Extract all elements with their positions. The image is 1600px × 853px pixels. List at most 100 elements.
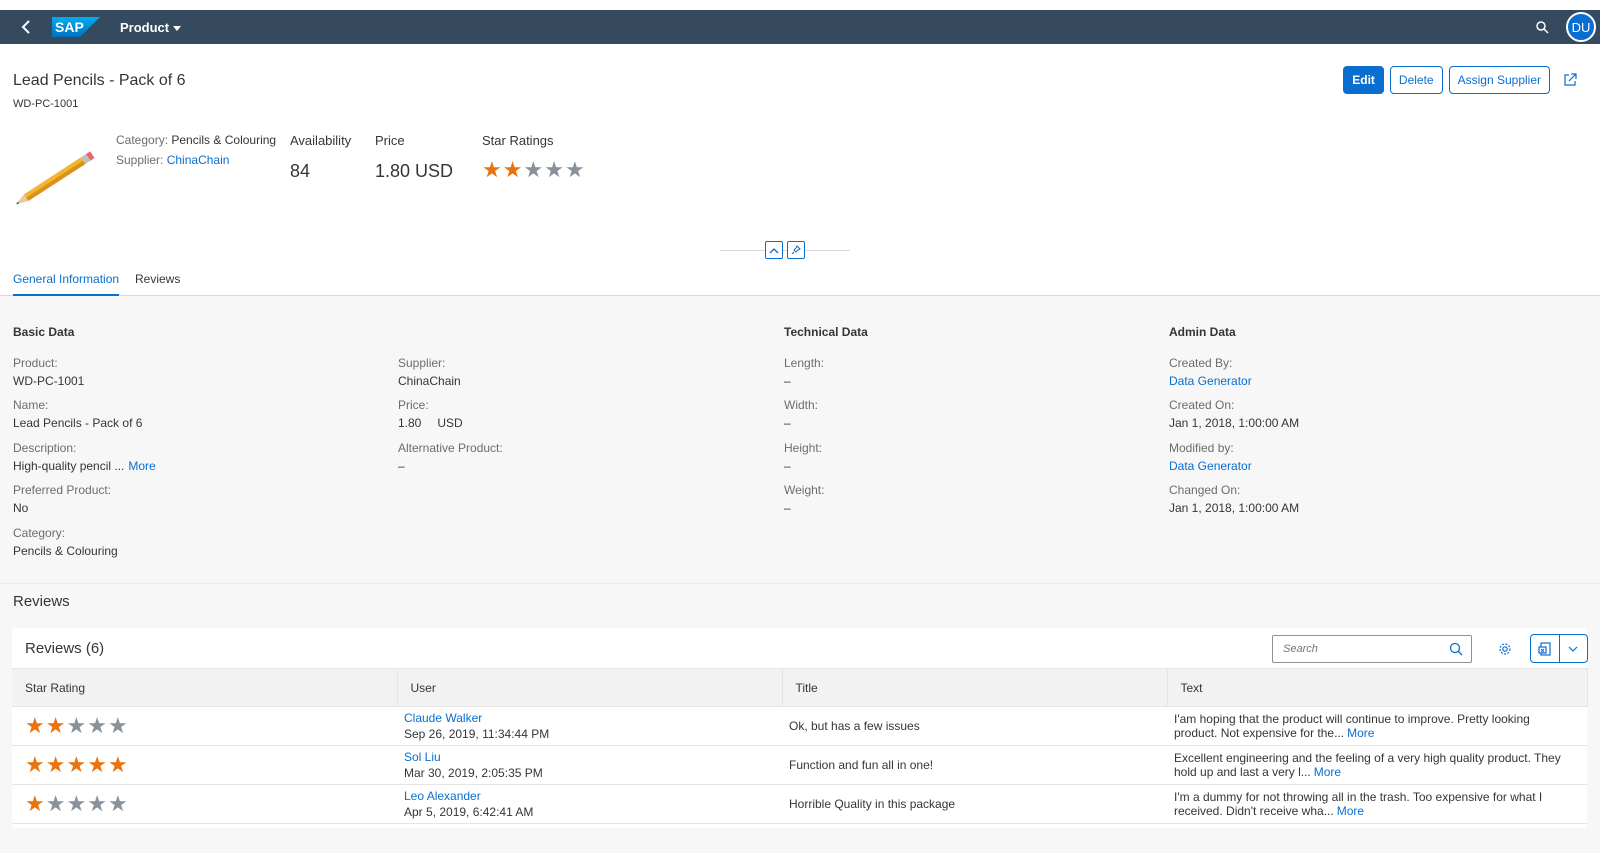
- star-icon: ★: [502, 157, 523, 182]
- description-value: High-quality pencil ...: [13, 459, 125, 473]
- back-button[interactable]: [10, 10, 44, 44]
- pin-icon: [791, 245, 801, 255]
- review-title: Function and fun all in one!: [782, 745, 1167, 785]
- description-more-link[interactable]: More: [128, 459, 155, 473]
- chevron-left-icon: [21, 20, 30, 34]
- product-image: [16, 151, 95, 205]
- review-more-link[interactable]: More: [1337, 804, 1364, 818]
- star-icon: ★: [66, 791, 87, 816]
- avatar[interactable]: DU: [1566, 12, 1596, 42]
- review-title: Horrible Quality in this package: [782, 784, 1167, 824]
- caret-down-icon: [173, 25, 182, 31]
- export-split-button: [1530, 634, 1588, 663]
- review-date: Mar 30, 2019, 2:05:35 PM: [404, 766, 543, 780]
- object-page-content: Basic Data Technical Data Admin Data Pro…: [0, 296, 1600, 853]
- edit-button[interactable]: Edit: [1343, 66, 1384, 94]
- field-created-by: Created By: Data Generator: [1169, 356, 1529, 388]
- reviews-search-input[interactable]: [1272, 635, 1472, 663]
- category-label: Category:: [116, 133, 169, 147]
- assign-supplier-button[interactable]: Assign Supplier: [1448, 66, 1550, 94]
- review-date: Sep 26, 2019, 11:34:44 PM: [404, 727, 550, 741]
- admin-data-title: Admin Data: [1169, 325, 1236, 339]
- field-created-on: Created On: Jan 1, 2018, 1:00:00 AM: [1169, 398, 1300, 430]
- field-price: Price: 1.80 USD: [398, 398, 463, 430]
- reviews-table-title: Reviews (6): [25, 640, 105, 657]
- export-button[interactable]: [1531, 635, 1559, 662]
- search-icon[interactable]: [1449, 642, 1463, 656]
- basic-data-title: Basic Data: [13, 325, 75, 339]
- price-value: 1.80 USD: [375, 161, 454, 181]
- kpi-price: Price 1.80 USD: [375, 133, 453, 182]
- export-options-button[interactable]: [1558, 635, 1588, 662]
- share-button[interactable]: [1556, 66, 1584, 94]
- technical-data-title: Technical Data: [784, 325, 868, 339]
- collapse-header-button[interactable]: [765, 241, 783, 259]
- created-by-link[interactable]: Data Generator: [1169, 374, 1529, 388]
- star-icon: ★: [482, 157, 502, 182]
- field-length: Length: –: [784, 356, 825, 388]
- star-icon: ★: [87, 713, 107, 738]
- column-header-star-rating[interactable]: Star Rating: [12, 668, 398, 707]
- chevron-down-icon: [1568, 646, 1578, 652]
- star-icon: ★: [66, 752, 87, 777]
- user-link[interactable]: Leo Alexander: [404, 789, 782, 803]
- review-more-link[interactable]: More: [1347, 726, 1374, 740]
- tab-general-information[interactable]: General Information: [13, 272, 120, 296]
- tab-reviews[interactable]: Reviews: [135, 272, 180, 294]
- star-icon: ★: [25, 791, 45, 816]
- supplier-link[interactable]: ChinaChain: [167, 153, 230, 167]
- header-collapse-bar: [720, 240, 850, 260]
- review-more-link[interactable]: More: [1314, 765, 1341, 779]
- kpi-star-ratings: Star Ratings ★ ★ ★ ★ ★: [482, 133, 585, 181]
- table-row[interactable]: ★ ★ ★ ★ ★ Leo Alexander Apr 5, 2019, 6:42:41 …: [12, 784, 1587, 824]
- price-label: Price: [375, 133, 405, 148]
- app-title: Product: [120, 19, 170, 35]
- column-header-user[interactable]: User: [397, 668, 783, 707]
- star-icon: ★: [45, 752, 66, 777]
- svg-text:SAP: SAP: [55, 19, 84, 35]
- table-settings-button[interactable]: [1496, 640, 1514, 658]
- app-title-menu[interactable]: Product: [120, 19, 182, 35]
- star-rating: ★ ★ ★ ★ ★: [482, 159, 585, 181]
- star-icon: ★: [523, 157, 544, 182]
- star-icon: ★: [25, 752, 45, 777]
- table-row[interactable]: ★ ★ ★ ★ ★ Claude Walker Sep 26, 2019, 11:34:4…: [12, 706, 1587, 746]
- price-unit: USD: [437, 416, 463, 430]
- star-icon: ★: [87, 791, 107, 816]
- sap-logo[interactable]: SAP: [52, 17, 100, 37]
- star-icon: ★: [107, 791, 128, 816]
- user-link[interactable]: Claude Walker: [404, 711, 782, 725]
- review-date: Apr 5, 2019, 6:42:41 AM: [404, 805, 534, 819]
- reviews-table-card: Reviews (6) Star Rating User: [12, 628, 1588, 828]
- star-icon: ★: [107, 752, 128, 777]
- star-rating: ★ ★ ★ ★ ★: [25, 754, 397, 776]
- delete-button[interactable]: Delete: [1389, 66, 1443, 94]
- export-spreadsheet-icon: [1538, 641, 1551, 656]
- field-description: Description: High-quality pencil ... More: [13, 441, 156, 473]
- header-actions: Edit Delete Assign Supplier: [1343, 66, 1584, 94]
- search-icon: [1535, 20, 1549, 34]
- pin-header-button[interactable]: [787, 241, 805, 259]
- share-icon: [1564, 73, 1577, 86]
- table-header-row: Star Rating User Title Text: [12, 668, 1588, 707]
- table-toolbar: Reviews (6): [12, 628, 1588, 668]
- table-row[interactable]: ★ ★ ★ ★ ★ Sol Liu Mar 30, 2019, 2:05:35 PM Fu…: [12, 745, 1587, 785]
- header-supplier: Supplier: ChinaChain: [116, 153, 229, 167]
- modified-by-link[interactable]: Data Generator: [1169, 459, 1529, 473]
- price-amount: 1.80: [398, 416, 422, 430]
- column-header-text[interactable]: Text: [1167, 668, 1588, 707]
- category-value: Pencils & Colouring: [171, 133, 277, 147]
- reviews-table: Star Rating User Title Text ★ ★ ★ ★ ★ Claude…: [12, 668, 1588, 824]
- field-name: Name: Lead Pencils - Pack of 6: [13, 398, 143, 430]
- star-rating: ★ ★ ★ ★ ★: [25, 793, 397, 815]
- star-icon: ★: [564, 157, 585, 182]
- chevron-up-icon: [769, 247, 779, 253]
- shell-bar: SAP Product DU: [0, 10, 1600, 44]
- star-icon: ★: [66, 713, 87, 738]
- star-icon: ★: [45, 791, 66, 816]
- user-link[interactable]: Sol Liu: [404, 750, 782, 764]
- column-header-title[interactable]: Title: [782, 668, 1168, 707]
- shell-search-button[interactable]: [1528, 13, 1556, 41]
- review-title: Ok, but has a few issues: [782, 706, 1167, 746]
- tab-bar: General Information Reviews: [0, 266, 1600, 296]
